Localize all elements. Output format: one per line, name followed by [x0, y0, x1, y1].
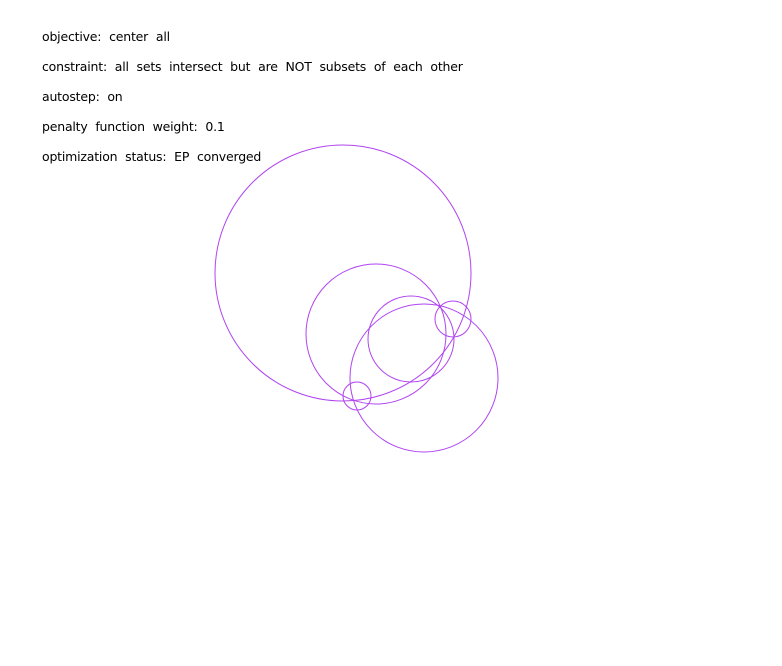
set-circle-inner — [367, 295, 455, 383]
set-circle-medium — [305, 263, 447, 405]
set-circle-small-left — [342, 381, 372, 411]
venn-diagram-canvas — [214, 144, 499, 453]
set-circle-large — [214, 144, 472, 402]
set-circle-lower-right — [349, 303, 499, 453]
